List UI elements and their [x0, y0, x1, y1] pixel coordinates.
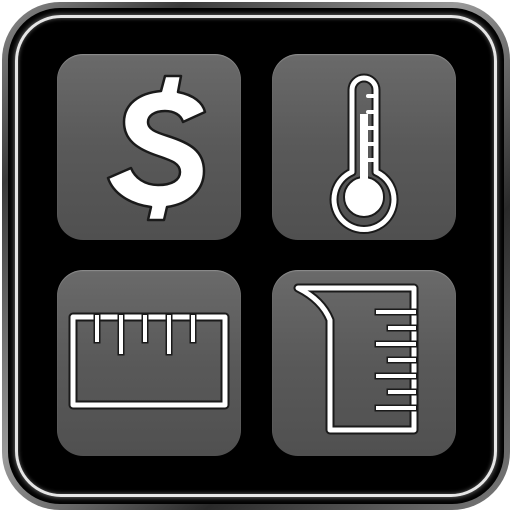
- dollar-sign-icon: [106, 74, 207, 222]
- thermometer-icon: [329, 73, 399, 234]
- measuring-cup-icon: [293, 283, 419, 435]
- length-tile[interactable]: [57, 270, 241, 456]
- volume-tile[interactable]: [272, 270, 456, 456]
- ruler-icon: [68, 312, 230, 410]
- temperature-tile[interactable]: [272, 54, 456, 240]
- currency-tile[interactable]: [57, 54, 241, 240]
